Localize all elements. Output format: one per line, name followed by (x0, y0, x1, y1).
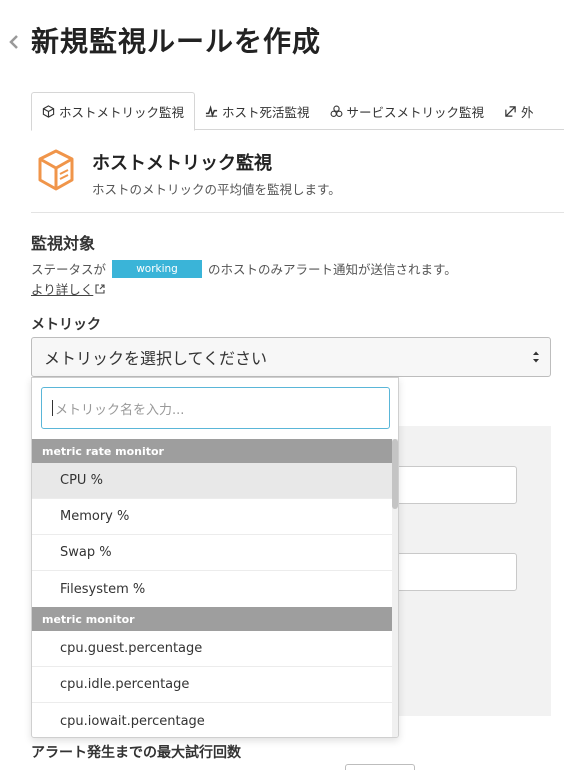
metric-option[interactable]: Filesystem % (32, 571, 394, 607)
select-arrows-icon (533, 351, 539, 363)
back-button[interactable] (4, 32, 24, 52)
metric-option[interactable]: Memory % (32, 499, 394, 535)
external-check-icon (505, 105, 516, 117)
metric-select-value: メトリックを選択してください (44, 349, 268, 368)
page-title: 新規監視ルールを作成 (31, 25, 322, 58)
cubes-icon (330, 105, 342, 117)
text-caret (52, 400, 53, 416)
status-badge: working (112, 259, 203, 278)
max-retry-input[interactable] (345, 764, 415, 770)
cube-icon (42, 105, 55, 118)
monitor-type-title: ホストメトリック監視 (92, 153, 272, 174)
section-title-target: 監視対象 (31, 234, 96, 253)
cube-icon (36, 148, 76, 198)
metric-select[interactable]: メトリックを選択してください (31, 337, 551, 377)
dropdown-scrollbar-thumb[interactable] (392, 439, 398, 509)
warning-threshold-input[interactable] (395, 466, 517, 504)
monitor-type-tabs: ホストメトリック監視 ホスト死活監視 サービスメトリック監視 外 (31, 92, 564, 131)
chevron-left-icon (9, 35, 18, 49)
tab-service-metric[interactable]: サービスメトリック監視 (320, 92, 495, 130)
metric-option[interactable]: CPU % (32, 463, 394, 499)
heartbeat-icon (205, 104, 218, 118)
metric-option[interactable]: cpu.iowait.percentage (32, 703, 394, 737)
status-condition: ステータスが working のホストのみアラート通知が送信されます。 (31, 259, 457, 278)
metric-dropdown: メトリック名を入力... metric rate monitor CPU % M… (31, 377, 399, 738)
divider (31, 212, 564, 213)
tab-external[interactable]: 外 (494, 92, 544, 130)
tab-label: サービスメトリック監視 (346, 104, 485, 120)
option-group-header: metric rate monitor (32, 439, 394, 463)
metric-option[interactable]: Swap % (32, 535, 394, 571)
tab-label: 外 (521, 104, 534, 120)
monitor-type-description: ホストのメトリックの平均値を監視します。 (92, 182, 341, 197)
status-suffix: のホストのみアラート通知が送信されます。 (208, 262, 457, 277)
tab-host-metric[interactable]: ホストメトリック監視 (31, 92, 196, 131)
metric-options-list: metric rate monitor CPU % Memory % Swap … (32, 439, 394, 737)
more-link-label: より詳しく (31, 282, 94, 297)
metric-label: メトリック (31, 317, 101, 333)
metric-option[interactable]: cpu.guest.percentage (32, 631, 394, 667)
critical-threshold-input[interactable] (395, 553, 517, 591)
external-link-icon (95, 283, 105, 294)
tab-label: ホスト死活監視 (222, 104, 310, 120)
metric-option[interactable]: cpu.idle.percentage (32, 667, 394, 703)
tab-label: ホストメトリック監視 (59, 105, 185, 120)
search-placeholder: メトリック名を入力... (55, 402, 185, 418)
option-group-header: metric monitor (32, 607, 394, 631)
status-prefix: ステータスが (31, 262, 107, 277)
tab-host-heartbeat[interactable]: ホスト死活監視 (195, 92, 320, 130)
more-details-link[interactable]: より詳しく (31, 279, 105, 298)
monitor-type-header: ホストメトリック監視 ホストのメトリックの平均値を監視します。 (36, 148, 341, 198)
metric-search-input[interactable]: メトリック名を入力... (41, 387, 390, 429)
max-retry-label: アラート発生までの最大試行回数 (31, 745, 241, 761)
